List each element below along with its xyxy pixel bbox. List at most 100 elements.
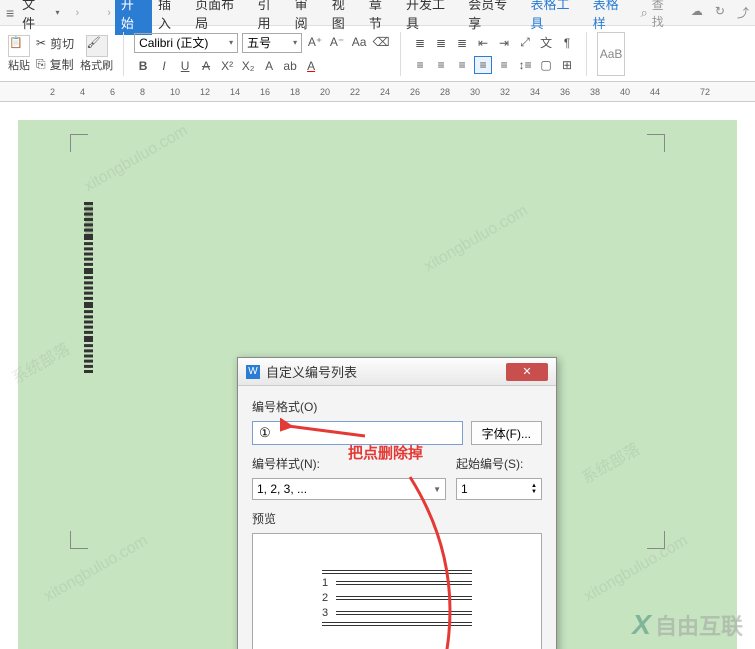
hamburger-icon[interactable]: ≡ xyxy=(6,5,14,21)
change-case-icon[interactable]: Aa xyxy=(350,33,368,51)
align-center-button[interactable]: ≡ xyxy=(432,56,450,74)
tab-member[interactable]: 会员专享 xyxy=(462,0,524,35)
chevron-right-icon[interactable]: › xyxy=(76,7,80,19)
watermark-logo: X 自由互联 xyxy=(632,609,743,641)
top-right-icons: ☁ ↻ ⤴ xyxy=(691,4,749,21)
dialog-titlebar[interactable]: W 自定义编号列表 ✕ xyxy=(238,358,556,386)
numbering-button[interactable]: ≣ xyxy=(432,34,450,52)
share-icon[interactable]: ⤴ xyxy=(737,4,749,21)
cut-button[interactable]: ✂剪切 xyxy=(36,35,74,52)
dropdown-arrow-icon[interactable]: ▾ xyxy=(56,8,60,17)
align-left-button[interactable]: ≡ xyxy=(411,56,429,74)
asian-layout-button[interactable]: 文 xyxy=(537,34,555,52)
clipboard-section: 📋 粘贴 xyxy=(8,35,30,73)
table-row[interactable] xyxy=(85,271,93,305)
italic-button[interactable]: I xyxy=(155,57,173,75)
bold-button[interactable]: B xyxy=(134,57,152,75)
strikethrough-button[interactable]: A xyxy=(197,57,215,75)
tab-page-layout[interactable]: 页面布局 xyxy=(189,0,251,35)
paste-button[interactable]: 📋 粘贴 xyxy=(8,35,30,73)
sync-icon[interactable]: ↻ xyxy=(715,4,725,21)
preview-num: 1 xyxy=(322,577,330,589)
copy-button[interactable]: ⎘复制 xyxy=(36,56,74,73)
tab-review[interactable]: 审阅 xyxy=(289,0,326,35)
close-button[interactable]: ✕ xyxy=(506,363,548,381)
chevron-right-icon[interactable]: › xyxy=(107,7,111,19)
font-size-select[interactable]: 五号▾ xyxy=(242,33,302,53)
app-icon: W xyxy=(246,365,260,379)
distribute-button[interactable]: ≡ xyxy=(495,56,513,74)
preview-num: 2 xyxy=(322,592,330,604)
font-name-select[interactable]: Calibri (正文)▾ xyxy=(134,33,238,53)
font-button[interactable]: 字体(F)... xyxy=(471,421,542,445)
tab-view[interactable]: 视图 xyxy=(326,0,363,35)
start-number-spinner[interactable]: 1▲▼ xyxy=(456,478,542,500)
subscript-button[interactable]: X₂ xyxy=(239,57,257,75)
align-justify-button[interactable]: ≡ xyxy=(474,56,492,74)
superscript-button[interactable]: X² xyxy=(218,57,236,75)
tab-table-style[interactable]: 表格样 xyxy=(587,0,637,35)
document-table[interactable] xyxy=(84,202,93,373)
logo-x-icon: X xyxy=(632,609,651,641)
horizontal-ruler[interactable]: 2468101214161820222426283032343638404472 xyxy=(0,82,755,102)
tab-table-tools[interactable]: 表格工具 xyxy=(525,0,587,35)
style-sample[interactable]: AaB xyxy=(597,32,625,76)
watermark: xitongbuluo.com xyxy=(421,202,531,276)
line-spacing-button[interactable]: ↕≡ xyxy=(516,56,534,74)
highlight-button[interactable]: ab xyxy=(281,57,299,75)
search-box[interactable]: ⌕ 查找 xyxy=(641,0,675,30)
tab-insert[interactable]: 插入 xyxy=(152,0,189,35)
annotation-text: 把点删除掉 xyxy=(348,442,423,463)
font-effect-button[interactable]: A xyxy=(260,57,278,75)
dialog-title: 自定义编号列表 xyxy=(266,362,506,381)
crop-mark xyxy=(647,134,665,152)
custom-numbering-dialog: W 自定义编号列表 ✕ 编号格式(O) 字体(F)... 编号样式(N): 1,… xyxy=(237,357,557,649)
tab-home[interactable]: 开始 xyxy=(115,0,152,35)
increase-indent-button[interactable]: ⇥ xyxy=(495,34,513,52)
dialog-body: 编号格式(O) 字体(F)... 编号样式(N): 1, 2, 3, ...▼ … xyxy=(238,386,556,649)
chevron-down-icon: ▼ xyxy=(433,485,441,494)
preview-num: 3 xyxy=(322,607,330,619)
align-right-button[interactable]: ≡ xyxy=(453,56,471,74)
crop-mark xyxy=(70,134,88,152)
copy-icon: ⎘ xyxy=(36,57,46,72)
spin-down-icon[interactable]: ▼ xyxy=(531,489,537,495)
cloud-icon[interactable]: ☁ xyxy=(691,4,703,21)
decrease-font-icon[interactable]: A⁻ xyxy=(328,33,346,51)
multilevel-button[interactable]: ≣ xyxy=(453,34,471,52)
table-row[interactable] xyxy=(85,237,93,271)
increase-font-icon[interactable]: A⁺ xyxy=(306,33,324,51)
start-number-label: 起始编号(S): xyxy=(456,455,542,472)
number-format-label: 编号格式(O) xyxy=(252,398,542,415)
format-painter-section: 🖌 格式刷 xyxy=(80,35,113,73)
ribbon-toolbar: 📋 粘贴 ✂剪切 ⎘复制 🖌 格式刷 Calibri (正文)▾ 五号▾ A⁺ … xyxy=(0,26,755,82)
watermark: xitongbuluo.com xyxy=(81,122,191,196)
bullets-button[interactable]: ≣ xyxy=(411,34,429,52)
search-placeholder: 查找 xyxy=(652,0,675,30)
underline-button[interactable]: U xyxy=(176,57,194,75)
show-marks-button[interactable]: ¶ xyxy=(558,34,576,52)
number-style-select[interactable]: 1, 2, 3, ...▼ xyxy=(252,478,446,500)
format-painter-button[interactable]: 🖌 格式刷 xyxy=(80,35,113,73)
watermark: xitongbuluo.com xyxy=(581,532,691,606)
watermark: 系统部落 xyxy=(6,336,73,389)
crop-mark xyxy=(70,531,88,549)
tab-chapters[interactable]: 章节 xyxy=(363,0,400,35)
divider xyxy=(400,32,401,76)
clear-format-icon[interactable]: ⌫ xyxy=(372,33,390,51)
font-color-button[interactable]: A xyxy=(302,57,320,75)
tab-dev-tools[interactable]: 开发工具 xyxy=(400,0,462,35)
table-row[interactable] xyxy=(85,203,93,237)
table-row[interactable] xyxy=(85,339,93,373)
crop-mark xyxy=(647,531,665,549)
brush-icon: 🖌 xyxy=(86,35,108,57)
sort-button[interactable]: ⤢ xyxy=(516,34,534,52)
document-area: xitongbuluo.com xitongbuluo.com 系统部落 系统部… xyxy=(0,102,755,649)
tab-references[interactable]: 引用 xyxy=(251,0,288,35)
decrease-indent-button[interactable]: ⇤ xyxy=(474,34,492,52)
borders-button[interactable]: ⊞ xyxy=(558,56,576,74)
file-menu[interactable]: 文件 xyxy=(18,0,51,32)
ribbon-tabs: 开始 插入 页面布局 引用 审阅 视图 章节 开发工具 会员专享 表格工具 表格… xyxy=(115,0,637,35)
table-row[interactable] xyxy=(85,305,93,339)
shading-button[interactable]: ▢ xyxy=(537,56,555,74)
